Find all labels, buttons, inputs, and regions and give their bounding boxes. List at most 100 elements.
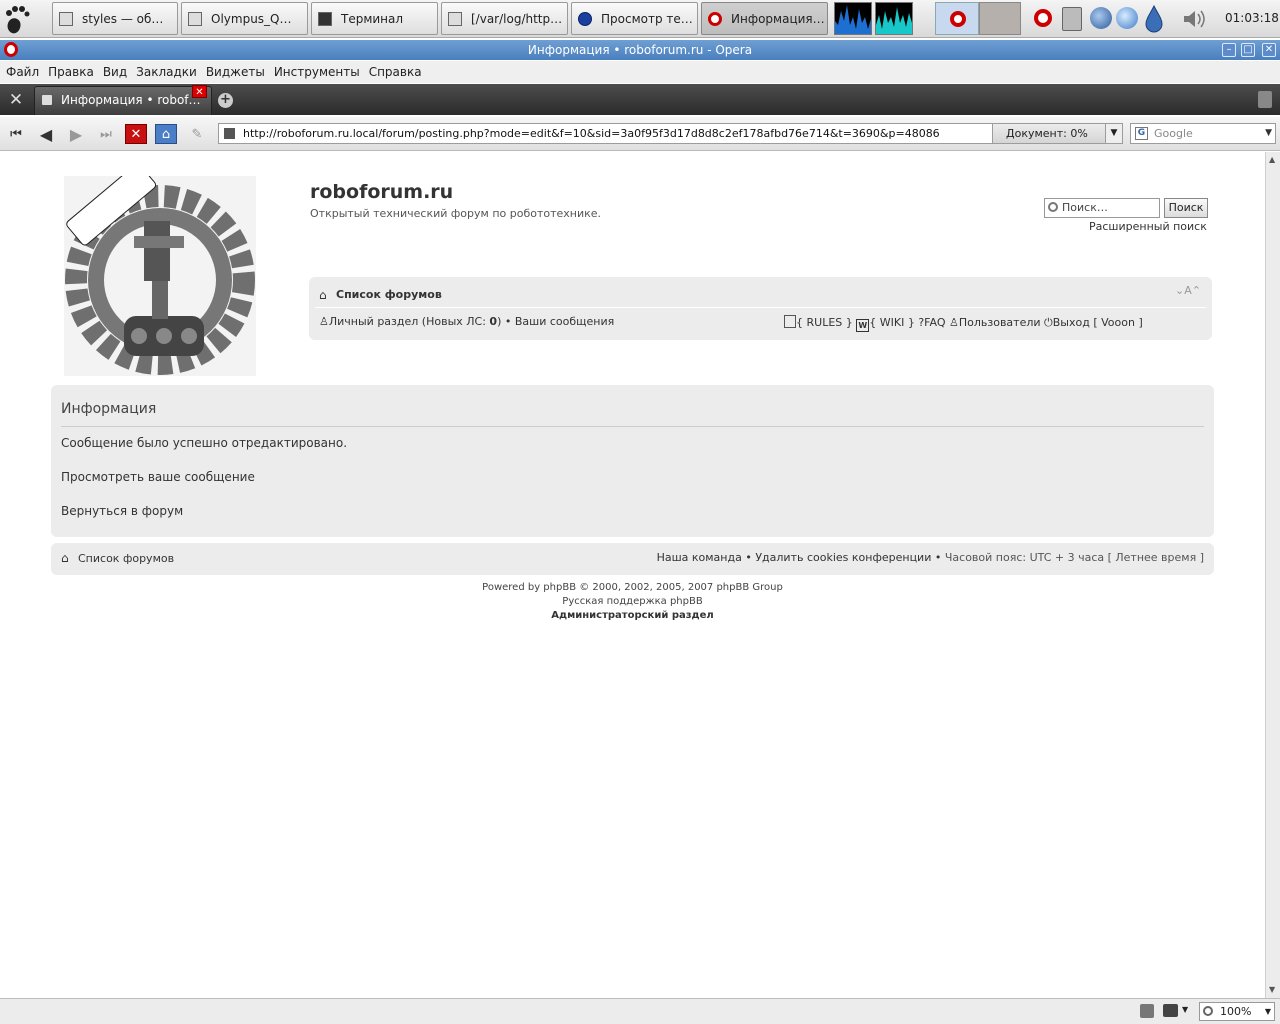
wiki-link[interactable]: { WIKI } xyxy=(869,316,915,329)
search-engine-dropdown-icon[interactable]: ▼ xyxy=(1265,124,1272,143)
address-dropdown-icon[interactable]: ▼ xyxy=(1105,123,1123,144)
address-toolbar: ⏮ ◀ ▶ ⏭ ✕ ⌂ ✎ http://roboforum.ru.local/… xyxy=(0,117,1280,151)
window-titlebar[interactable]: Информация • roboforum.ru - Opera xyxy=(0,40,1280,60)
task-log[interactable]: [/var/log/http… xyxy=(441,2,568,35)
advanced-search-link[interactable]: Расширенный поиск xyxy=(1089,220,1207,233)
site-description: Открытый технический форум по робототехн… xyxy=(310,207,602,220)
page-viewport: roboforum.ru Открытый технический форум … xyxy=(2,152,1265,998)
edit-icon[interactable]: ✎ xyxy=(186,124,208,144)
trash-icon[interactable] xyxy=(1258,91,1272,108)
site-name[interactable]: roboforum.ru xyxy=(310,181,453,203)
vertical-scrollbar[interactable]: ▲ ▼ xyxy=(1265,152,1280,998)
russian-support-link[interactable]: Русская поддержка phpBB xyxy=(51,595,1214,609)
fast-forward-icon[interactable]: ⏭ xyxy=(95,124,117,144)
faq-link[interactable]: FAQ xyxy=(924,316,945,329)
zoom-icon xyxy=(1203,1006,1213,1016)
maximize-icon[interactable]: □ xyxy=(1241,43,1255,57)
cpu-monitor-graph[interactable] xyxy=(834,2,872,35)
menu-bookmarks[interactable]: Закладки xyxy=(136,65,197,79)
stop-icon[interactable]: ✕ xyxy=(125,124,147,144)
task-label: [/var/log/http… xyxy=(471,11,563,26)
rewind-icon[interactable]: ⏮ xyxy=(5,124,27,144)
home-icon[interactable]: ⌂ xyxy=(155,124,177,144)
workspace-2[interactable] xyxy=(979,2,1021,35)
globe-icon xyxy=(578,11,592,26)
document-icon xyxy=(59,11,73,26)
info-divider xyxy=(61,426,1204,427)
menu-widgets[interactable]: Виджеты xyxy=(206,65,265,79)
search-engine-field[interactable]: G Google ▼ xyxy=(1130,123,1276,144)
opera-icon[interactable] xyxy=(1034,9,1052,27)
scroll-down-icon[interactable]: ▼ xyxy=(1269,985,1275,994)
address-field[interactable]: http://roboforum.ru.local/forum/posting.… xyxy=(218,123,993,144)
clock[interactable]: 01:03:18 xyxy=(1225,11,1279,25)
close-icon[interactable]: ✕ xyxy=(1262,43,1276,57)
help-icon[interactable] xyxy=(1116,7,1138,29)
return-forum-link[interactable]: Вернуться в форум xyxy=(61,504,183,518)
tab-label: Информация • robof… xyxy=(61,93,201,107)
task-terminal[interactable]: Терминал xyxy=(311,2,438,35)
camera-dropdown-icon[interactable]: ▼ xyxy=(1182,1005,1188,1014)
zoom-control[interactable]: 100% ▼ xyxy=(1199,1002,1275,1021)
window-title: Информация • roboforum.ru - Opera xyxy=(527,43,753,57)
task-styles[interactable]: styles — об… xyxy=(52,2,178,35)
file-cabinet-icon[interactable] xyxy=(1062,7,1082,31)
tab-close-icon[interactable]: ✕ xyxy=(192,85,207,98)
logout-link[interactable]: Выход [ Vooon ] xyxy=(1053,316,1143,329)
search-input[interactable]: Поиск… xyxy=(1044,198,1160,218)
home-outline-icon: ⌂ xyxy=(61,551,69,565)
back-icon[interactable]: ◀ xyxy=(35,124,57,144)
menu-edit[interactable]: Правка xyxy=(48,65,94,79)
task-label: Терминал xyxy=(341,11,404,26)
scroll-up-icon[interactable]: ▲ xyxy=(1269,155,1275,164)
pm-link[interactable]: Личный раздел (Новых ЛС: 0) xyxy=(329,315,502,328)
menu-file[interactable]: Файл xyxy=(6,65,39,79)
progress-text: Документ: 0% xyxy=(1006,127,1088,140)
pm-count: 0 xyxy=(489,315,498,328)
menu-tools[interactable]: Инструменты xyxy=(274,65,360,79)
volume-icon[interactable] xyxy=(1182,8,1206,30)
forward-icon[interactable]: ▶ xyxy=(65,124,87,144)
font-size-toggle[interactable]: ⌄A⌃ xyxy=(1175,284,1201,297)
pm-suffix: ) xyxy=(497,315,502,328)
document-icon xyxy=(188,11,202,26)
admin-panel-link[interactable]: Администраторский раздел xyxy=(51,609,1214,623)
view-post-link[interactable]: Просмотреть ваше сообщение xyxy=(61,470,255,484)
gnome-foot-icon[interactable] xyxy=(2,3,32,35)
task-viewer[interactable]: Просмотр те… xyxy=(571,2,698,35)
menu-help[interactable]: Справка xyxy=(369,65,422,79)
rules-link[interactable]: { RULES } xyxy=(796,316,853,329)
search-button[interactable]: Поиск xyxy=(1164,198,1208,218)
info-panel: Информация Сообщение было успешно отреда… xyxy=(51,385,1214,537)
info-title: Информация xyxy=(61,401,157,417)
delete-cookies-link[interactable]: Удалить cookies конференции xyxy=(755,551,931,564)
speed-dial-icon[interactable] xyxy=(1140,1004,1154,1018)
tab-active[interactable]: Информация • robof… xyxy=(34,86,212,115)
water-drop-icon[interactable] xyxy=(1144,4,1164,33)
menubar: Файл Правка Вид Закладки Виджеты Инструм… xyxy=(0,61,1280,83)
network-monitor-graph[interactable] xyxy=(875,2,913,35)
new-tab-icon[interactable]: + xyxy=(218,93,233,108)
search-icon xyxy=(1048,202,1058,212)
site-logo[interactable] xyxy=(64,163,256,376)
tools-panel-icon[interactable]: ✕ xyxy=(6,90,26,110)
task-opera[interactable]: Информация… xyxy=(701,2,828,35)
footer-links: Наша команда • Удалить cookies конференц… xyxy=(657,551,1204,564)
workspace-1[interactable] xyxy=(935,2,979,35)
team-link[interactable]: Наша команда xyxy=(657,551,742,564)
navbar-panel: ⌂ Список форумов ⌄A⌃ ♙Личный раздел (Нов… xyxy=(309,277,1212,340)
task-olympus[interactable]: Olympus_Q… xyxy=(181,2,308,35)
camera-icon[interactable] xyxy=(1163,1004,1178,1017)
footer-forum-index-link[interactable]: Список форумов xyxy=(78,552,174,565)
minimize-icon[interactable]: – xyxy=(1222,43,1236,57)
bullet: • xyxy=(504,315,512,328)
powered-by[interactable]: Powered by phpBB © 2000, 2002, 2005, 200… xyxy=(51,581,1214,595)
load-progress: Документ: 0% xyxy=(992,123,1106,144)
zoom-dropdown-icon[interactable]: ▼ xyxy=(1265,1003,1271,1020)
forum-index-link[interactable]: Список форумов xyxy=(336,288,442,301)
your-posts-link[interactable]: Ваши сообщения xyxy=(515,315,614,328)
rocket-icon[interactable] xyxy=(1090,7,1112,29)
rules-icon xyxy=(784,315,796,328)
menu-view[interactable]: Вид xyxy=(103,65,127,79)
members-link[interactable]: Пользователи xyxy=(959,316,1041,329)
